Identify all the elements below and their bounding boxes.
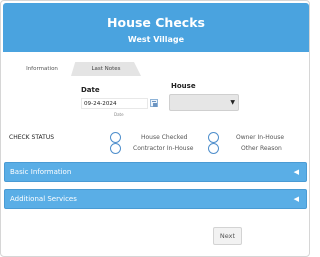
section-additional-services-label: Additional Services [10,195,77,203]
date-hint: Date [114,112,124,117]
radio-owner-in-house[interactable] [208,132,219,143]
check-status-label: CHECK STATUS [9,134,55,141]
radio-label-house-checked: House Checked [141,134,188,141]
house-label: House [171,82,196,90]
section-basic-information[interactable]: Basic Information ◀ [4,162,307,182]
radio-label-contractor-in-house: Contractor In-House [133,145,194,152]
house-select[interactable]: ▼ [169,94,239,111]
calendar-icon[interactable] [150,99,158,107]
page-subtitle: West Village [127,35,185,44]
tab-information[interactable]: Information [13,62,71,76]
app-frame: House Checks West Village Information La… [0,0,310,257]
section-basic-information-label: Basic Information [10,168,72,176]
date-label: Date [81,86,100,94]
radio-label-owner-in-house: Owner In-House [236,134,285,141]
caret-left-icon: ◀ [293,168,299,176]
caret-left-icon: ◀ [293,195,299,203]
radio-house-checked[interactable] [110,132,121,143]
chevron-down-icon: ▼ [230,99,235,106]
tab-last-notes[interactable]: Last Notes [71,62,141,76]
date-input[interactable] [81,98,148,109]
radio-contractor-in-house[interactable] [110,143,121,154]
page-title: House Checks [107,15,205,30]
radio-other-reason[interactable] [208,143,219,154]
app-header: House Checks West Village [3,3,309,52]
section-additional-services[interactable]: Additional Services ◀ [4,189,307,209]
next-button[interactable]: Next [213,227,242,245]
radio-label-other-reason: Other Reason [241,145,282,152]
